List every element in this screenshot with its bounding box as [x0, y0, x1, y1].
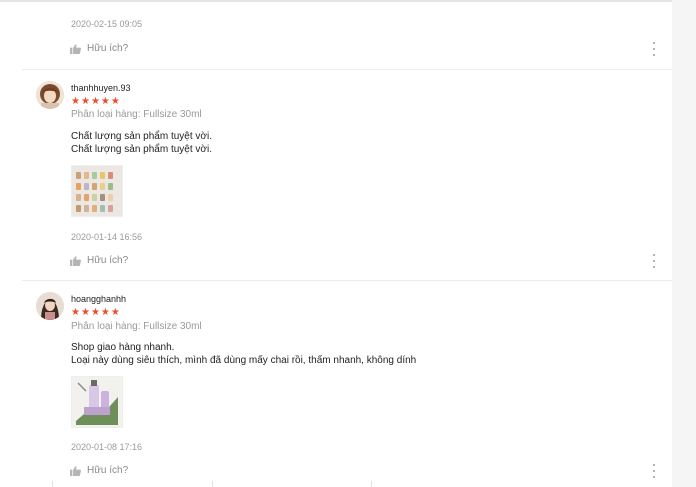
review-timestamp: 2020-01-08 17:16 [71, 442, 143, 452]
more-vertical-icon [653, 464, 655, 466]
thumbs-up-icon [70, 255, 81, 266]
username[interactable]: hoangghanhh [71, 294, 126, 304]
star-icon: ★ [90, 96, 100, 107]
review-photo[interactable] [71, 376, 123, 428]
star-icon: ★ [71, 307, 80, 318]
review-comment: Chất lượng sản phẩm tuyệt vời. Chất lượn… [71, 131, 212, 156]
more-vertical-icon [653, 254, 655, 256]
star-icon: ★ [90, 307, 100, 318]
thumbs-up-icon [70, 43, 81, 54]
username[interactable]: thanhhuyen.93 [71, 83, 131, 93]
star-icon: ★ [100, 307, 110, 318]
review-timestamp: 2020-01-14 16:56 [71, 232, 143, 242]
review-photo-image [72, 166, 122, 216]
star-icon: ★ [110, 307, 120, 318]
star-icon: ★ [110, 96, 120, 107]
more-options-button[interactable] [651, 254, 657, 268]
comment-line: Chất lượng sản phẩm tuyệt vời. [71, 131, 212, 142]
star-icon: ★ [100, 96, 110, 107]
helpful-button[interactable]: Hữu ích? [70, 43, 128, 54]
product-variant: Phân loại hàng: Fullsize 30ml [71, 321, 202, 332]
star-icon: ★ [80, 96, 90, 107]
bottom-edge [0, 481, 672, 487]
avatar-image [36, 81, 64, 109]
avatar-image [36, 292, 64, 320]
review-divider [22, 69, 672, 70]
star-icon: ★ [71, 96, 80, 107]
product-variant: Phân loại hàng: Fullsize 30ml [71, 109, 202, 120]
review-timestamp: 2020-02-15 09:05 [71, 19, 143, 29]
comment-line: Shop giao hàng nhanh. [71, 342, 175, 353]
helpful-label: Hữu ích? [87, 255, 129, 266]
review-divider [22, 280, 672, 281]
more-options-button[interactable] [651, 464, 657, 478]
more-vertical-icon [653, 42, 655, 44]
more-options-button[interactable] [651, 42, 657, 56]
thumbs-up-icon [70, 465, 81, 476]
avatar[interactable] [36, 81, 64, 109]
comment-line: Chất lượng sản phẩm tuyệt vời. [71, 143, 212, 155]
star-rating: ★ ★ ★ ★ ★ [71, 97, 120, 107]
star-rating: ★ ★ ★ ★ ★ [71, 308, 120, 318]
review-comment: Shop giao hàng nhanh. Loại này dùng siêu… [71, 342, 416, 367]
helpful-label: Hữu ích? [87, 465, 129, 476]
review-photo[interactable] [71, 165, 123, 217]
star-icon: ★ [80, 307, 90, 318]
comment-line: Loại này dùng siêu thích, mình đã dùng m… [71, 354, 417, 366]
helpful-button[interactable]: Hữu ích? [70, 255, 128, 266]
avatar[interactable] [36, 292, 64, 320]
panel-top-border [0, 1, 672, 2]
helpful-label: Hữu ích? [87, 43, 129, 54]
review-panel: 2020-02-15 09:05 Hữu ích? thanhhuyen.93 … [0, 0, 672, 487]
helpful-button[interactable]: Hữu ích? [70, 465, 128, 476]
review-photo-image [72, 377, 122, 427]
